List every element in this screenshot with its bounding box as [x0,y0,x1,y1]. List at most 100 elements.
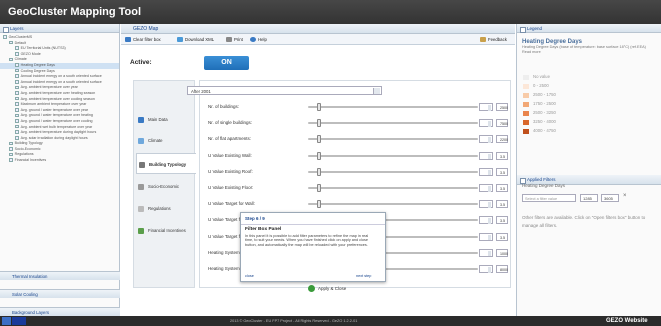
field-value[interactable]: 2500 [496,103,508,111]
hdd-filter-select[interactable]: Select a filter value [522,194,576,202]
field-slider[interactable] [308,119,478,128]
gezo-website-link[interactable]: GEZO Website [606,316,648,326]
feedback-button[interactable]: Feedback [479,35,507,44]
slider-handle[interactable] [316,119,321,128]
age-select[interactable]: After 2001 [187,86,382,95]
tab-climate[interactable]: Climate [136,130,194,151]
active-toggle[interactable]: ON [204,56,249,70]
legend-item: 0 - 2500 [523,83,549,89]
download-xml-button[interactable]: Download XML [176,35,214,44]
field-min-stepper[interactable] [479,119,493,128]
layer-icon [15,74,19,78]
field-min-stepper[interactable] [479,103,493,111]
layer-tree-label: Financial Incentives [14,158,47,163]
gezo-logo-icon [2,317,11,325]
layer-tree-label: Maximum ambient temperature over year [20,102,87,107]
tour-tooltip: Step 6 / 9 Filter Box Panel In this pane… [240,212,386,282]
active-label: Active: [130,59,152,66]
field-min-stepper[interactable] [479,248,493,257]
field-min-stepper[interactable] [479,200,493,209]
field-value[interactable]: 3.5 [496,216,508,225]
field-label: Nr. of buildings: [208,104,240,109]
field-min-stepper[interactable] [479,265,493,273]
layer-icon [15,135,19,140]
field-slider[interactable] [308,151,478,160]
layer-tree: GeoClusterMS Default EU Territorial Units … [0,33,119,164]
tab-building-typology[interactable]: Building Typology [136,153,196,174]
slider-handle[interactable] [316,184,321,192]
layer-tree-item[interactable]: Financial Incentives [0,158,119,164]
climate-icon [138,137,144,144]
layer-icon [9,152,13,157]
legend-label: 0 - 2500 [533,83,549,88]
field-value[interactable]: 3.5 [496,151,508,160]
field-min-stepper[interactable] [479,167,493,176]
accordion-solar-cooling[interactable]: Solar Cooling [0,289,120,298]
tab-socio-economic[interactable]: Socio-Economic [136,176,194,197]
legend-panel-header[interactable]: Legend [517,24,661,33]
app-title: GeoCluster Mapping Tool [8,6,142,18]
tab-main-data[interactable]: Main Data [136,109,194,130]
legend-panel-title: Legend [527,26,543,31]
other-filters-note: Other filters are available. Click on "O… [522,215,646,228]
field-min-stepper[interactable] [479,135,493,144]
layer-icon [15,130,19,134]
accordion-background-layers[interactable]: Background Layers [0,307,120,316]
field-slider[interactable] [308,200,478,209]
layer-tree-label: Avg. ambient temperature over year [20,85,78,90]
accordion-thermal-insulation[interactable]: Thermal Insulation [0,271,120,280]
help-button[interactable]: Help [249,35,267,44]
hdd-filter-label: Heating Degree Days [522,183,566,188]
slider-handle[interactable] [316,103,321,111]
field-label: U Value Existing Roof: [208,168,253,174]
layers-panel-header[interactable]: Layers [0,24,119,33]
field-min-stepper[interactable] [479,232,493,241]
layer-icon [15,107,19,112]
slider-handle[interactable] [316,135,321,144]
field-value[interactable]: 3.5 [496,167,508,176]
tour-close-link[interactable]: close [245,274,254,278]
field-value[interactable]: 2200 [496,135,508,144]
slider-handle[interactable] [316,151,321,160]
field-slider[interactable] [308,103,478,111]
filter-tabs: Main Data Climate Building Typology Soci… [133,80,196,288]
slider-handle[interactable] [316,200,321,209]
download-icon [177,37,183,42]
field-value[interactable]: 1000 [496,248,508,257]
layer-tree-label: Avg. solar irradiation during daylight h… [20,135,88,140]
field-slider[interactable] [308,184,478,192]
layer-icon [9,147,13,151]
tour-next-link[interactable]: next step [356,274,371,278]
apply-close-button[interactable]: Apply & Close [306,284,346,293]
field-min-stepper[interactable] [479,151,493,160]
field-value[interactable]: 3.5 [496,232,508,241]
hdd-to-field[interactable]: 3605 [601,194,619,202]
layer-icon [3,35,7,39]
hdd-from-field[interactable]: 1285 [580,194,598,202]
slider-handle[interactable] [316,167,321,176]
eu-flag-icon [12,317,26,325]
legend-label: 1750 - 2500 [533,101,556,106]
tab-regulations[interactable]: Regulations [136,198,194,219]
layer-tree-label: Avg. ground / water temperature over yea… [20,107,89,112]
layer-tree-label: GEZO Mode [20,51,41,56]
clear-filter-button[interactable]: Clear filter box [124,35,161,44]
print-button[interactable]: Print [225,35,243,44]
legend-item: 3250 - 4000 [523,119,556,125]
help-icon [250,37,256,42]
layers-panel-title: Layers [10,26,24,31]
field-label: U Value Target for Wall: [208,201,255,207]
legend-swatch [523,119,529,125]
tour-step: Step 6 / 9 [245,216,265,221]
field-min-stepper[interactable] [479,184,493,192]
field-slider[interactable] [308,167,478,176]
remove-filter-icon[interactable]: × [623,193,631,202]
field-value[interactable]: 7500 [496,119,508,128]
tab-financial-incentives[interactable]: Financial Incentives [136,220,194,241]
field-value[interactable]: 3.5 [496,200,508,209]
field-value[interactable]: 8000 [496,265,508,273]
field-value[interactable]: 3.5 [496,184,508,192]
main-data-icon [138,116,144,123]
field-min-stepper[interactable] [479,216,493,225]
layer-tree-label: Cooling Degree Days [20,68,55,73]
